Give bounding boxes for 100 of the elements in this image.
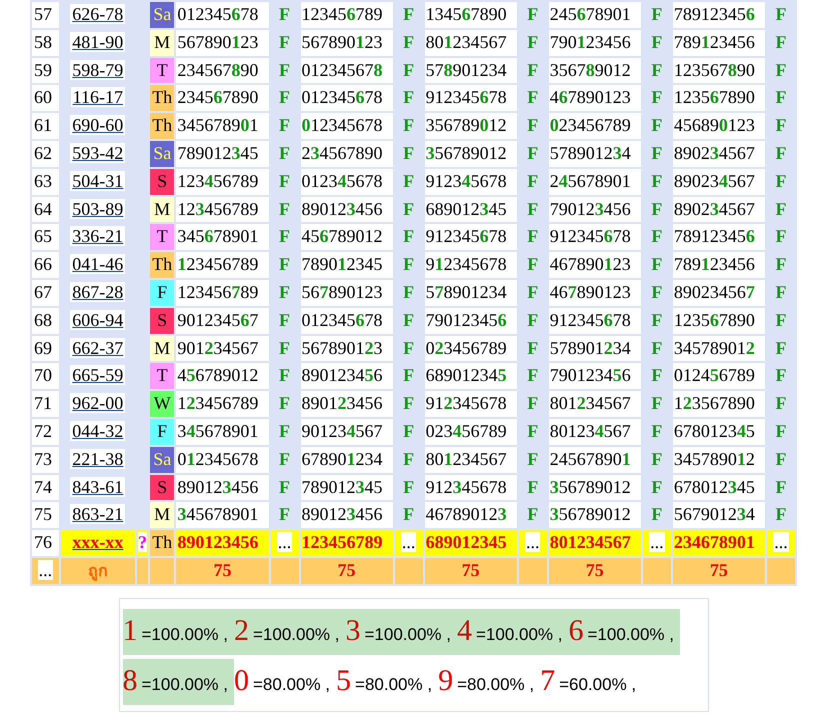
number-cell: 578901234 xyxy=(424,58,517,84)
number-cell: 012345678 xyxy=(300,113,393,139)
number-cell: 245678901 xyxy=(548,446,641,473)
number-cell: 567890123 xyxy=(176,30,268,56)
day-cell: T xyxy=(150,224,174,250)
code-link[interactable]: 336-21 xyxy=(70,226,126,246)
result-mark: F xyxy=(403,310,414,330)
day-cell: S xyxy=(150,474,174,500)
row-number: 59 xyxy=(32,58,59,84)
code-link[interactable]: 221-38 xyxy=(70,448,126,469)
result-mark: F xyxy=(651,254,662,274)
number-cell: 789123456 xyxy=(672,252,765,278)
result-mark: F xyxy=(776,4,786,24)
code-link[interactable]: 606-94 xyxy=(70,310,126,330)
day-cell: M xyxy=(150,502,174,528)
pending-mark: ... xyxy=(649,532,665,552)
result-mark: F xyxy=(403,32,414,52)
row-number: 67 xyxy=(32,280,59,306)
code-link[interactable]: 843-61 xyxy=(70,476,126,497)
result-mark: F xyxy=(776,254,786,274)
code-link[interactable]: 867-28 xyxy=(70,282,126,302)
number-cell: 123567890 xyxy=(672,85,765,112)
day-cell: Th xyxy=(150,252,174,278)
number-cell: 356789012 xyxy=(424,140,517,167)
question-mark: ? xyxy=(138,532,147,552)
number-cell: 912345678 xyxy=(424,85,517,112)
number-cell: 890123456 xyxy=(300,363,393,390)
digit-stat: 1=100.00% , xyxy=(122,608,234,655)
number-cell: 890123456 xyxy=(176,474,268,500)
row-number: 68 xyxy=(32,308,59,334)
code-link[interactable]: 690-60 xyxy=(70,115,126,136)
code-link[interactable]: 044-32 xyxy=(70,420,126,441)
result-mark: F xyxy=(527,198,538,219)
code-link[interactable]: 598-79 xyxy=(70,60,126,80)
result-mark: F xyxy=(651,504,662,524)
number-cell: 912345678 xyxy=(424,252,517,278)
code-link[interactable]: 593-42 xyxy=(70,142,126,163)
number-cell: 901234567 xyxy=(176,336,268,362)
number-cell: 567890123 xyxy=(300,30,393,56)
code-link[interactable]: 863-21 xyxy=(70,504,126,524)
result-mark: F xyxy=(403,254,414,274)
code-link[interactable]: 962-00 xyxy=(70,393,126,414)
number-cell: 467890123 xyxy=(548,280,641,306)
number-cell: 123456789 xyxy=(176,252,268,278)
result-mark: F xyxy=(527,282,538,302)
code-link[interactable]: 116-17 xyxy=(70,87,125,108)
number-cell: 012345678 xyxy=(176,446,268,473)
result-mark: F xyxy=(403,170,414,191)
result-mark: F xyxy=(776,170,786,191)
number-cell: 123456789 xyxy=(300,2,393,28)
day-cell: Th xyxy=(150,530,174,556)
number-cell: 456890123 xyxy=(672,113,765,139)
number-cell: 234567890 xyxy=(176,58,268,84)
number-cell: 456789012 xyxy=(176,363,268,390)
code-link[interactable]: 662-37 xyxy=(70,338,126,358)
digit-stat: 3=100.00% , xyxy=(346,608,457,655)
row-number: 74 xyxy=(32,474,59,500)
result-mark: F xyxy=(776,504,786,524)
result-mark: F xyxy=(279,32,290,52)
number-cell: 234678901 xyxy=(672,530,765,556)
result-mark: F xyxy=(651,32,662,52)
row-number: 76 xyxy=(32,530,59,556)
number-cell: 467890123 xyxy=(548,252,641,278)
row-number: 60 xyxy=(32,85,59,112)
number-cell: 345678901 xyxy=(176,502,268,528)
row-number: 63 xyxy=(32,168,59,195)
number-cell: 356789012 xyxy=(548,502,641,528)
result-mark: F xyxy=(776,87,786,108)
code-link[interactable]: 481-90 xyxy=(70,32,126,52)
number-cell: 012345678 xyxy=(300,308,393,334)
number-cell: 790123456 xyxy=(548,30,641,56)
result-mark: F xyxy=(776,448,786,469)
result-mark: F xyxy=(651,4,662,24)
number-cell: 901234567 xyxy=(300,418,393,445)
result-mark: F xyxy=(279,310,290,330)
result-mark: F xyxy=(279,338,290,358)
number-cell: 023456789 xyxy=(424,336,517,362)
number-cell: 789123456 xyxy=(672,30,765,56)
number-cell: 890234567 xyxy=(672,280,765,306)
number-cell: 789123456 xyxy=(672,2,765,28)
number-cell: 578901234 xyxy=(548,140,641,167)
code-link[interactable]: 665-59 xyxy=(70,365,126,386)
number-cell: 890234567 xyxy=(672,168,765,195)
code-link[interactable]: 626-78 xyxy=(70,4,126,24)
number-cell: 123456789 xyxy=(176,280,268,306)
number-cell: 912345678 xyxy=(424,474,517,500)
number-cell: 245678901 xyxy=(548,2,641,28)
result-mark: F xyxy=(279,504,290,524)
code-link[interactable]: 503-89 xyxy=(70,198,126,219)
result-mark: F xyxy=(776,60,786,80)
code-link[interactable]: 041-46 xyxy=(70,254,126,274)
number-cell: 901234567 xyxy=(176,308,268,334)
count-cell: 75 xyxy=(300,558,393,584)
result-mark: F xyxy=(279,4,290,24)
result-mark: F xyxy=(279,420,290,441)
result-mark: F xyxy=(279,254,290,274)
number-cell: 789012345 xyxy=(300,252,393,278)
code-link[interactable]: 504-31 xyxy=(70,170,126,191)
day-cell: Th xyxy=(150,85,174,112)
day-cell: Sa xyxy=(150,140,174,167)
